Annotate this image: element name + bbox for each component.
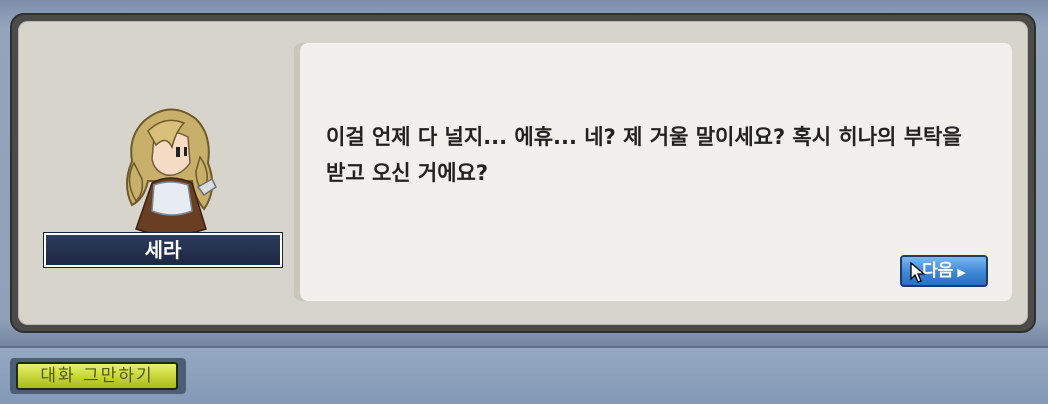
end-chat-button-frame: 대화 그만하기 <box>10 358 186 394</box>
npc-name-plate: 세라 <box>43 232 283 268</box>
mouse-cursor-icon <box>910 262 926 283</box>
triangle-right-icon: ▶ <box>957 266 966 279</box>
end-chat-button[interactable]: 대화 그만하기 <box>16 362 178 390</box>
dialog-text: 이걸 언제 다 널지... 에휴... 네? 제 거울 말이세요? 혹시 히나의… <box>326 125 962 185</box>
dialog-text-panel: 이걸 언제 다 널지... 에휴... 네? 제 거울 말이세요? 혹시 히나의… <box>300 43 1012 301</box>
npc-portrait <box>126 108 217 236</box>
bottom-bar: 대화 그만하기 <box>0 346 1048 404</box>
dialog-outer-frame: 세라 이걸 언제 다 널지... 에휴... 네? 제 거울 말이세요? 혹시 … <box>0 0 1048 346</box>
npc-dialog-window: 세라 이걸 언제 다 널지... 에휴... 네? 제 거울 말이세요? 혹시 … <box>10 13 1036 333</box>
next-button-label: 다음 <box>922 261 954 281</box>
dialog-inner-panel: 세라 이걸 언제 다 널지... 에휴... 네? 제 거울 말이세요? 혹시 … <box>18 21 1028 325</box>
